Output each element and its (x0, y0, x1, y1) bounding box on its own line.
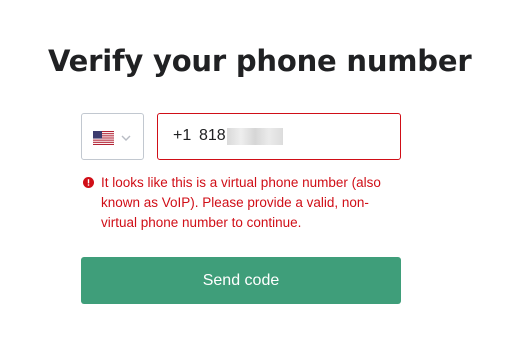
dial-code: +1 (173, 127, 192, 144)
phone-number-field: +1 (157, 113, 401, 160)
country-code-select[interactable] (81, 113, 144, 160)
page-title: Verify your phone number (48, 44, 472, 78)
error-message: It looks like this is a virtual phone nu… (101, 175, 381, 230)
exclamation-circle-icon (83, 177, 94, 188)
us-flag-icon (93, 131, 114, 145)
redacted-phone-digits (227, 128, 283, 145)
verify-phone-page: Verify your phone number +1 It looks lik… (0, 0, 521, 356)
chevron-down-icon (121, 135, 131, 141)
send-code-button[interactable]: Send code (81, 257, 401, 304)
